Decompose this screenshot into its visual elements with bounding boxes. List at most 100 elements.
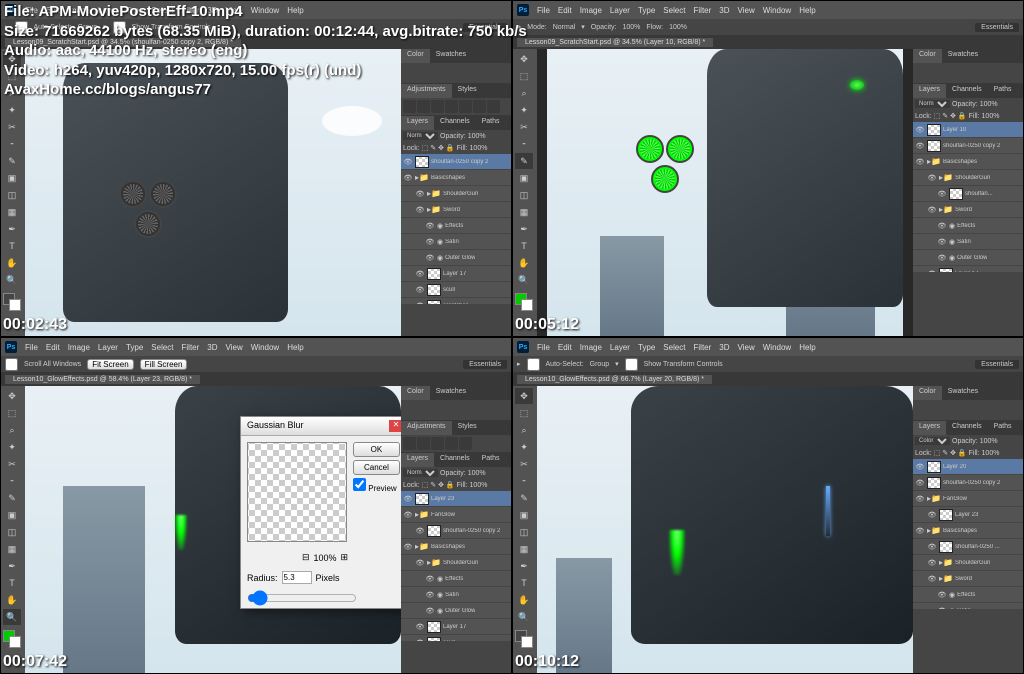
layer-row[interactable]: 👁shoulfan... <box>913 186 1023 202</box>
layer-row[interactable]: 👁Layer 23 <box>913 507 1023 523</box>
layer-row[interactable]: 👁scull <box>401 282 511 298</box>
layer-row[interactable]: 👁◉Outer Glow <box>401 250 511 266</box>
pen-tool[interactable]: ✒ <box>3 221 21 237</box>
workspace-switcher[interactable]: Essentials <box>975 23 1019 32</box>
layer-row[interactable]: 👁▸📁Sword <box>913 571 1023 587</box>
visibility-icon[interactable]: 👁 <box>425 606 435 616</box>
layer-row[interactable]: 👁▸📁FanGlow <box>913 491 1023 507</box>
visibility-icon[interactable]: 👁 <box>927 205 937 215</box>
fit-screen-button[interactable]: Fit Screen <box>87 359 133 370</box>
eyedropper-tool[interactable]: ⁃ <box>3 136 21 152</box>
layer-row[interactable]: 👁shoulfan-0250 copy 2 <box>913 138 1023 154</box>
channels-tab[interactable]: Channels <box>434 116 476 130</box>
brush-tool[interactable]: ✎ <box>3 153 21 169</box>
visibility-icon[interactable]: 👁 <box>937 590 947 600</box>
visibility-icon[interactable]: 👁 <box>937 189 947 199</box>
layers-tab[interactable]: Layers <box>401 116 434 130</box>
layer-row[interactable]: 👁▸📁FanGlow <box>401 507 511 523</box>
visibility-icon[interactable]: 👁 <box>425 221 435 231</box>
visibility-icon[interactable]: 👁 <box>937 253 947 263</box>
document-tab[interactable]: Lesson09_ScratchStart.psd @ 34.5% (Layer… <box>517 38 713 47</box>
visibility-icon[interactable]: 👁 <box>927 574 937 584</box>
blend-mode-select[interactable]: Normal <box>403 132 438 140</box>
visibility-icon[interactable]: 👁 <box>403 157 413 167</box>
visibility-icon[interactable]: 👁 <box>415 638 425 642</box>
layer-row[interactable]: 👁◉Effects <box>401 571 511 587</box>
visibility-icon[interactable]: 👁 <box>927 542 937 552</box>
layer-row[interactable]: 👁Layer 20 <box>913 459 1023 475</box>
layers-list-q1[interactable]: 👁shoulfan-0250 copy 2👁▸📁Basicshapes👁▸📁Sh… <box>401 154 511 304</box>
close-icon[interactable]: ✕ <box>389 420 401 432</box>
layer-row[interactable]: 👁shoulfan-0250 copy 2 <box>913 475 1023 491</box>
radius-input[interactable] <box>282 571 312 584</box>
layer-row[interactable]: 👁◉Satin <box>401 234 511 250</box>
layers-list-q4[interactable]: 👁Layer 20👁shoulfan-0250 copy 2👁▸📁FanGlow… <box>913 459 1023 609</box>
canvas[interactable] <box>537 49 913 336</box>
visibility-icon[interactable]: 👁 <box>937 237 947 247</box>
visibility-icon[interactable]: 👁 <box>415 526 425 536</box>
zoom-tool[interactable]: 🔍 <box>3 609 21 625</box>
eraser-tool[interactable]: ◫ <box>3 187 21 203</box>
layer-row[interactable]: 👁◉Effects <box>913 587 1023 603</box>
visibility-icon[interactable]: 👁 <box>915 462 925 472</box>
layers-list-q3[interactable]: 👁Layer 23👁▸📁FanGlow👁shoulfan-0250 copy 2… <box>401 491 511 641</box>
visibility-icon[interactable]: 👁 <box>415 285 425 295</box>
visibility-icon[interactable]: 👁 <box>915 125 925 135</box>
brush-tool[interactable]: ✎ <box>515 153 533 169</box>
zoom-out-button[interactable]: ⊟ <box>302 552 310 563</box>
visibility-icon[interactable]: 👁 <box>403 494 413 504</box>
visibility-icon[interactable]: 👁 <box>927 558 937 568</box>
layer-row[interactable]: 👁◉Satin <box>401 587 511 603</box>
paths-tab[interactable]: Paths <box>476 116 506 130</box>
layer-row[interactable]: 👁scull <box>401 635 511 641</box>
layer-row[interactable]: 👁▸📁ShoulderGun <box>913 555 1023 571</box>
visibility-icon[interactable]: 👁 <box>415 622 425 632</box>
visibility-icon[interactable]: 👁 <box>425 574 435 584</box>
fill-screen-button[interactable]: Fill Screen <box>140 359 188 370</box>
hand-tool[interactable]: ✋ <box>3 255 21 271</box>
type-tool[interactable]: T <box>3 238 21 254</box>
wand-tool[interactable]: ✦ <box>3 102 21 118</box>
visibility-icon[interactable]: 👁 <box>915 478 925 488</box>
layer-row[interactable]: 👁Layer 17 <box>401 619 511 635</box>
layer-row[interactable]: 👁◉Satin <box>913 234 1023 250</box>
layers-list-q2[interactable]: 👁Layer 10👁shoulfan-0250 copy 2👁▸📁Basicsh… <box>913 122 1023 272</box>
layer-row[interactable]: 👁scratches <box>401 298 511 304</box>
zoom-in-button[interactable]: ⊞ <box>341 552 349 563</box>
ok-button[interactable]: OK <box>353 442 400 457</box>
crop-tool[interactable]: ✂ <box>3 119 21 135</box>
layer-row[interactable]: 👁▸📁Basicshapes <box>913 523 1023 539</box>
document-tab[interactable]: Lesson10_GlowEffects.psd @ 66.7% (Layer … <box>517 375 712 384</box>
visibility-icon[interactable]: 👁 <box>937 221 947 231</box>
zoom-tool[interactable]: 🔍 <box>3 272 21 288</box>
move-tool[interactable]: ✥ <box>515 388 533 404</box>
layer-row[interactable]: 👁shoulfan-0250 copy 2 <box>401 523 511 539</box>
layer-row[interactable]: 👁Layer 17 <box>401 266 511 282</box>
layer-row[interactable]: 👁▸📁ShoulderGun <box>913 170 1023 186</box>
visibility-icon[interactable]: 👁 <box>927 269 937 273</box>
layer-row[interactable]: 👁▸📁ShoulderGun <box>401 555 511 571</box>
visibility-icon[interactable]: 👁 <box>415 301 425 305</box>
visibility-icon[interactable]: 👁 <box>403 542 413 552</box>
layer-row[interactable]: 👁Layer 17 <box>913 266 1023 272</box>
layer-row[interactable]: 👁◉Outer Glow <box>913 250 1023 266</box>
layer-row[interactable]: 👁▸📁Sword <box>401 202 511 218</box>
background-color[interactable] <box>9 299 21 311</box>
visibility-icon[interactable]: 👁 <box>927 173 937 183</box>
layer-row[interactable]: 👁◉Effects <box>401 218 511 234</box>
visibility-icon[interactable]: 👁 <box>403 510 413 520</box>
radius-slider[interactable] <box>247 590 357 606</box>
layer-row[interactable]: 👁◉Satin <box>913 603 1023 609</box>
stamp-tool[interactable]: ▣ <box>3 170 21 186</box>
layer-row[interactable]: 👁▸📁Basicshapes <box>401 539 511 555</box>
layer-row[interactable]: 👁Layer 10 <box>913 122 1023 138</box>
canvas[interactable]: Gaussian Blur ✕ OK Cancel Preview ⊟ 10 <box>25 386 401 673</box>
visibility-icon[interactable]: 👁 <box>425 253 435 263</box>
preview-checkbox[interactable] <box>353 478 366 491</box>
visibility-icon[interactable]: 👁 <box>403 173 413 183</box>
color-swatches[interactable] <box>3 293 21 311</box>
gradient-tool[interactable]: ▦ <box>3 204 21 220</box>
visibility-icon[interactable]: 👁 <box>915 141 925 151</box>
layer-row[interactable]: 👁▸📁ShoulderGun <box>401 186 511 202</box>
visibility-icon[interactable]: 👁 <box>915 494 925 504</box>
